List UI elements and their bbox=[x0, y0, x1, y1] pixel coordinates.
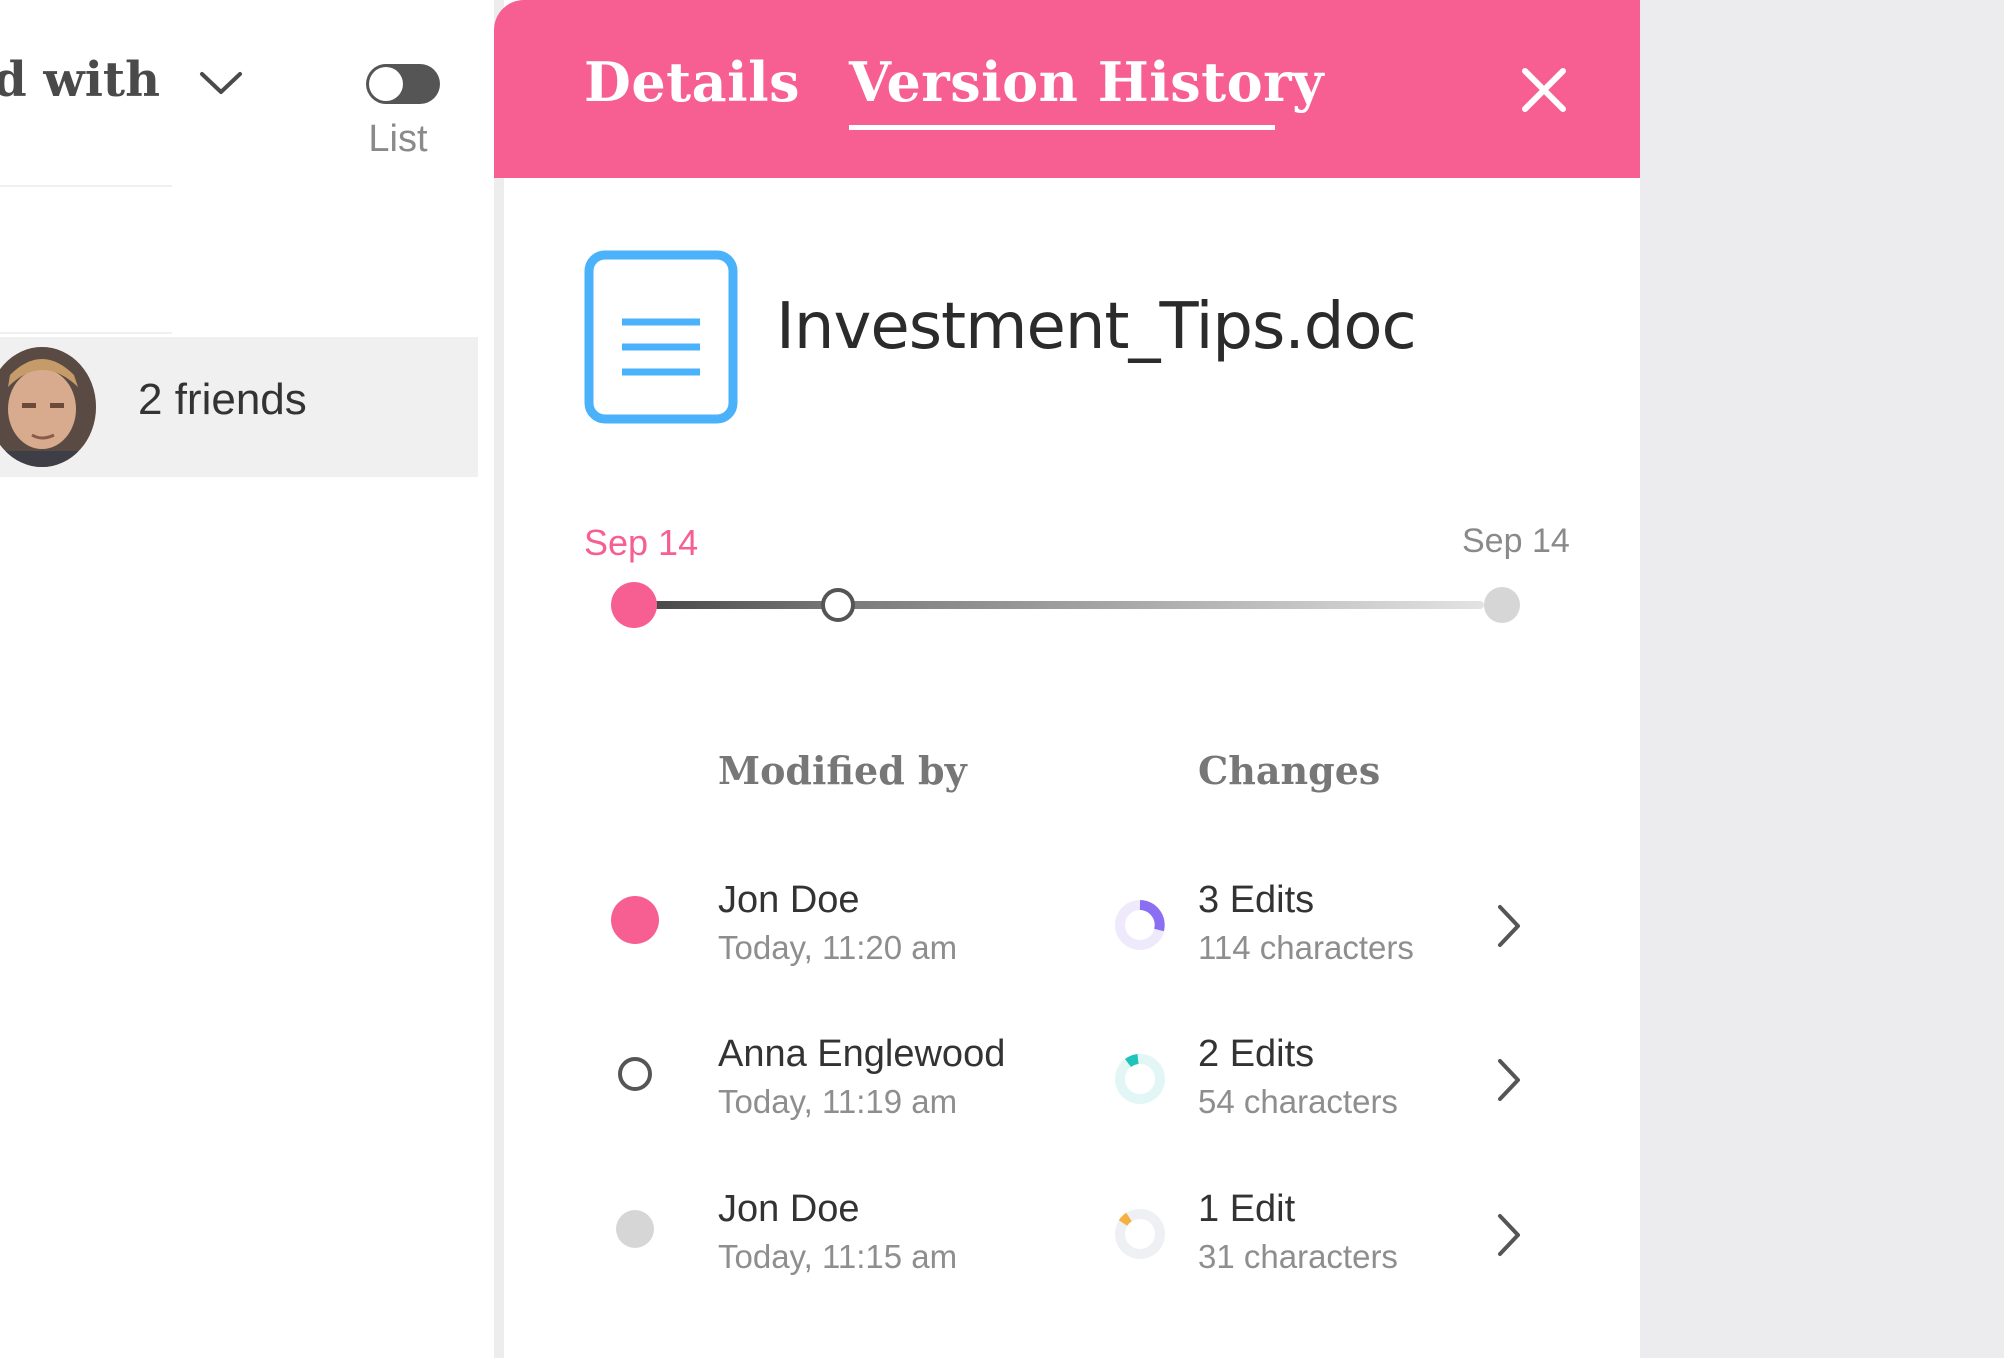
page: Shared with List bbox=[0, 0, 2004, 1358]
backdrop bbox=[1640, 0, 2004, 1358]
panel-header: Details Version History bbox=[494, 0, 1640, 178]
timeline-start-date: Sep 14 bbox=[584, 522, 699, 563]
timeline-marker-current bbox=[611, 582, 657, 628]
chevron-down-icon[interactable] bbox=[198, 68, 244, 98]
file-detail-panel bbox=[494, 0, 1640, 1358]
shared-with-filter[interactable]: Shared with bbox=[0, 48, 170, 128]
timeline-marker-version bbox=[821, 588, 855, 622]
version-row[interactable]: Anna Englewood Today, 11:19 am 2 Edits 5… bbox=[494, 1007, 1640, 1127]
friends-count-label: 2 friends bbox=[138, 375, 307, 424]
divider bbox=[0, 332, 172, 334]
modified-by-header: Modified by bbox=[718, 748, 967, 793]
avatar bbox=[0, 347, 96, 467]
version-author: Jon Doe bbox=[718, 1188, 860, 1230]
edits-donut-icon bbox=[1115, 1209, 1165, 1259]
tab-version-history[interactable]: Version History bbox=[849, 50, 1324, 114]
chevron-right-icon[interactable] bbox=[1494, 1210, 1524, 1260]
timeline-end-date: Sep 14 bbox=[1462, 522, 1570, 560]
edit-count: 1 Edit bbox=[1198, 1188, 1296, 1230]
version-time: Today, 11:15 am bbox=[718, 1238, 958, 1275]
list-toggle-label: List bbox=[368, 118, 428, 160]
file-name: Investment_Tips.doc bbox=[776, 290, 1417, 364]
version-marker-hollow bbox=[618, 1057, 652, 1091]
timeline-marker-oldest bbox=[1484, 587, 1520, 623]
list-view-toggle[interactable] bbox=[364, 62, 442, 106]
edit-count: 2 Edits bbox=[1198, 1033, 1315, 1075]
chevron-right-icon[interactable] bbox=[1494, 901, 1524, 951]
edits-donut-icon bbox=[1115, 900, 1165, 950]
character-count: 54 characters bbox=[1198, 1083, 1398, 1120]
file-browser-background: Shared with List bbox=[0, 0, 490, 1358]
version-row[interactable]: Jon Doe Today, 11:20 am 3 Edits 114 char… bbox=[494, 853, 1640, 973]
version-marker-gray bbox=[616, 1210, 654, 1248]
changes-header: Changes bbox=[1198, 748, 1381, 793]
panel-edge bbox=[494, 0, 504, 1358]
shared-friends-row[interactable]: 2 friends bbox=[0, 337, 478, 477]
document-icon bbox=[584, 250, 738, 424]
version-author: Jon Doe bbox=[718, 879, 860, 921]
shared-with-label: Shared with bbox=[0, 52, 160, 108]
edit-count: 3 Edits bbox=[1198, 879, 1315, 921]
character-count: 31 characters bbox=[1198, 1238, 1398, 1275]
divider bbox=[0, 185, 172, 187]
tab-details[interactable]: Details bbox=[584, 50, 800, 114]
chevron-right-icon[interactable] bbox=[1494, 1055, 1524, 1105]
edits-donut-icon bbox=[1115, 1054, 1165, 1104]
version-author: Anna Englewood bbox=[718, 1033, 1006, 1075]
version-time: Today, 11:20 am bbox=[718, 929, 958, 966]
version-timeline[interactable] bbox=[604, 580, 1520, 630]
version-time: Today, 11:19 am bbox=[718, 1083, 958, 1120]
close-icon[interactable] bbox=[1520, 66, 1568, 114]
character-count: 114 characters bbox=[1198, 929, 1414, 966]
active-tab-indicator bbox=[849, 125, 1275, 130]
version-marker-pink bbox=[611, 896, 659, 944]
version-row[interactable]: Jon Doe Today, 11:15 am 1 Edit 31 charac… bbox=[494, 1162, 1640, 1282]
